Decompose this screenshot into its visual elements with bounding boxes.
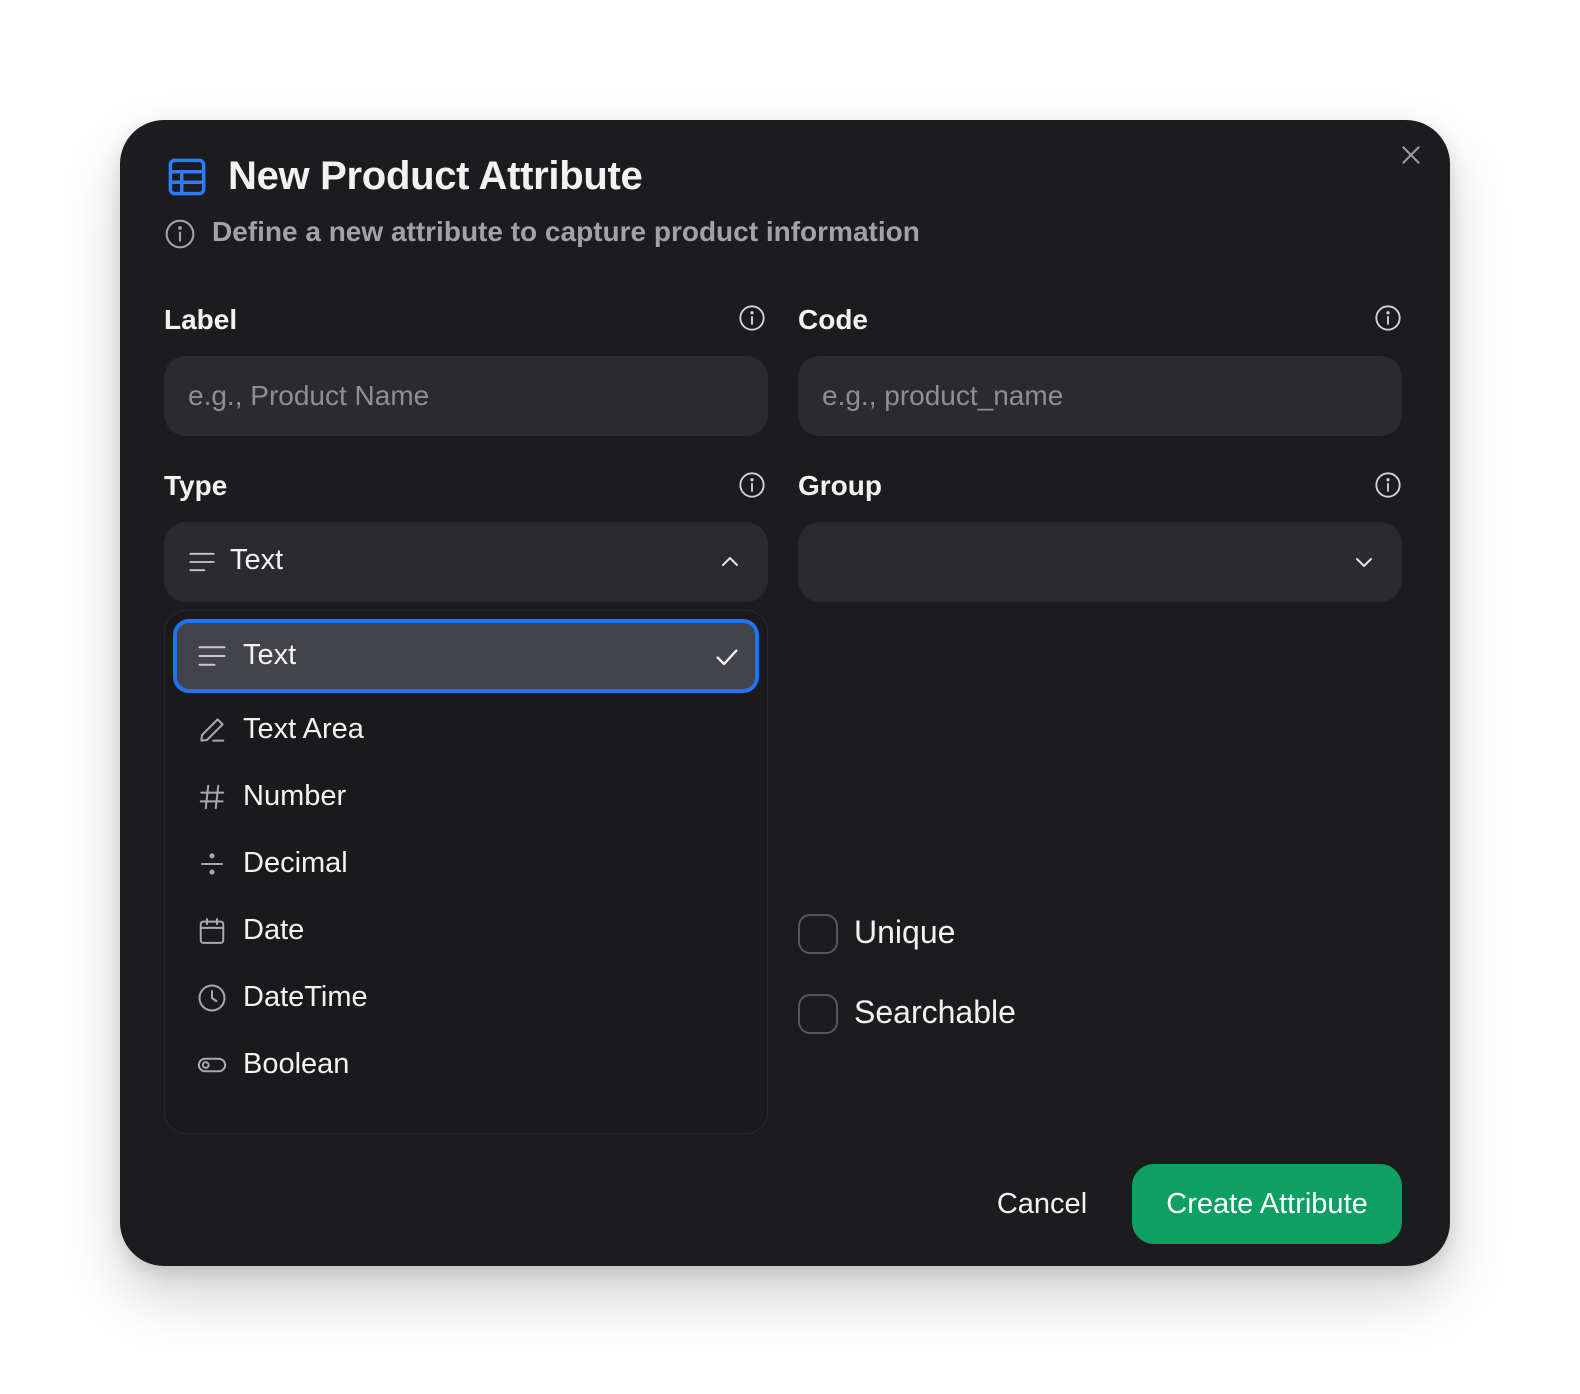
create-attribute-button[interactable]: Create Attribute [1132,1164,1402,1244]
info-icon [165,219,195,249]
type-dropdown-list: Text Text Area Number Decimal Date DateT… [164,610,768,1134]
chevron-down-icon [1356,558,1372,567]
lines-icon [189,552,215,572]
searchable-checkbox-row[interactable]: Searchable [798,994,1058,1038]
type-option-boolean[interactable]: Boolean [173,1028,759,1102]
label-input[interactable] [164,356,768,436]
calendar-icon [199,918,225,944]
unique-checkbox-row[interactable]: Unique [798,914,998,958]
divide-icon [201,853,223,875]
hash-icon [199,784,225,810]
type-field-label: Type [164,470,228,501]
clock-icon [198,984,226,1012]
type-option-label: Number [243,780,347,812]
pencil-icon [200,718,225,742]
type-option-datetime[interactable]: DateTime [173,961,759,1035]
cancel-button[interactable]: Cancel [982,1166,1102,1242]
type-option-label: DateTime [243,981,368,1013]
searchable-checkbox[interactable] [798,994,838,1034]
group-field-label: Group [798,470,882,501]
type-select-value: Text [230,544,284,576]
type-option-label: Text Area [243,713,364,745]
info-icon[interactable] [1374,304,1402,332]
dialog-subtitle: Define a new attribute to capture produc… [212,216,920,247]
chevron-up-icon [722,557,738,566]
type-option-label: Boolean [243,1048,350,1080]
lines-icon [198,646,226,666]
type-option-label: Decimal [243,847,348,879]
unique-checkbox[interactable] [798,914,838,954]
type-option-decimal[interactable]: Decimal [173,827,759,901]
dialog-title: New Product Attribute [228,154,643,198]
searchable-checkbox-label: Searchable [854,994,1016,1030]
type-option-number[interactable]: Number [173,760,759,834]
code-input[interactable] [798,356,1402,436]
type-option-text[interactable]: Text [173,619,759,693]
toggle-icon [197,1057,227,1073]
code-field-label: Code [798,304,868,335]
info-icon[interactable] [738,471,766,499]
type-select[interactable]: Text [164,522,768,602]
group-select[interactable] [798,522,1402,602]
table-icon [168,158,206,196]
type-option-label: Text [243,639,297,671]
check-icon [716,649,738,666]
new-attribute-dialog: New Product Attribute Define a new attri… [120,120,1450,1266]
type-option-text-area[interactable]: Text Area [173,693,759,767]
type-option-date[interactable]: Date [173,894,759,968]
unique-checkbox-label: Unique [854,914,956,950]
close-icon[interactable] [1398,142,1424,168]
info-icon[interactable] [1374,471,1402,499]
label-field-label: Label [164,304,238,335]
info-icon[interactable] [738,304,766,332]
type-option-label: Date [243,914,305,946]
